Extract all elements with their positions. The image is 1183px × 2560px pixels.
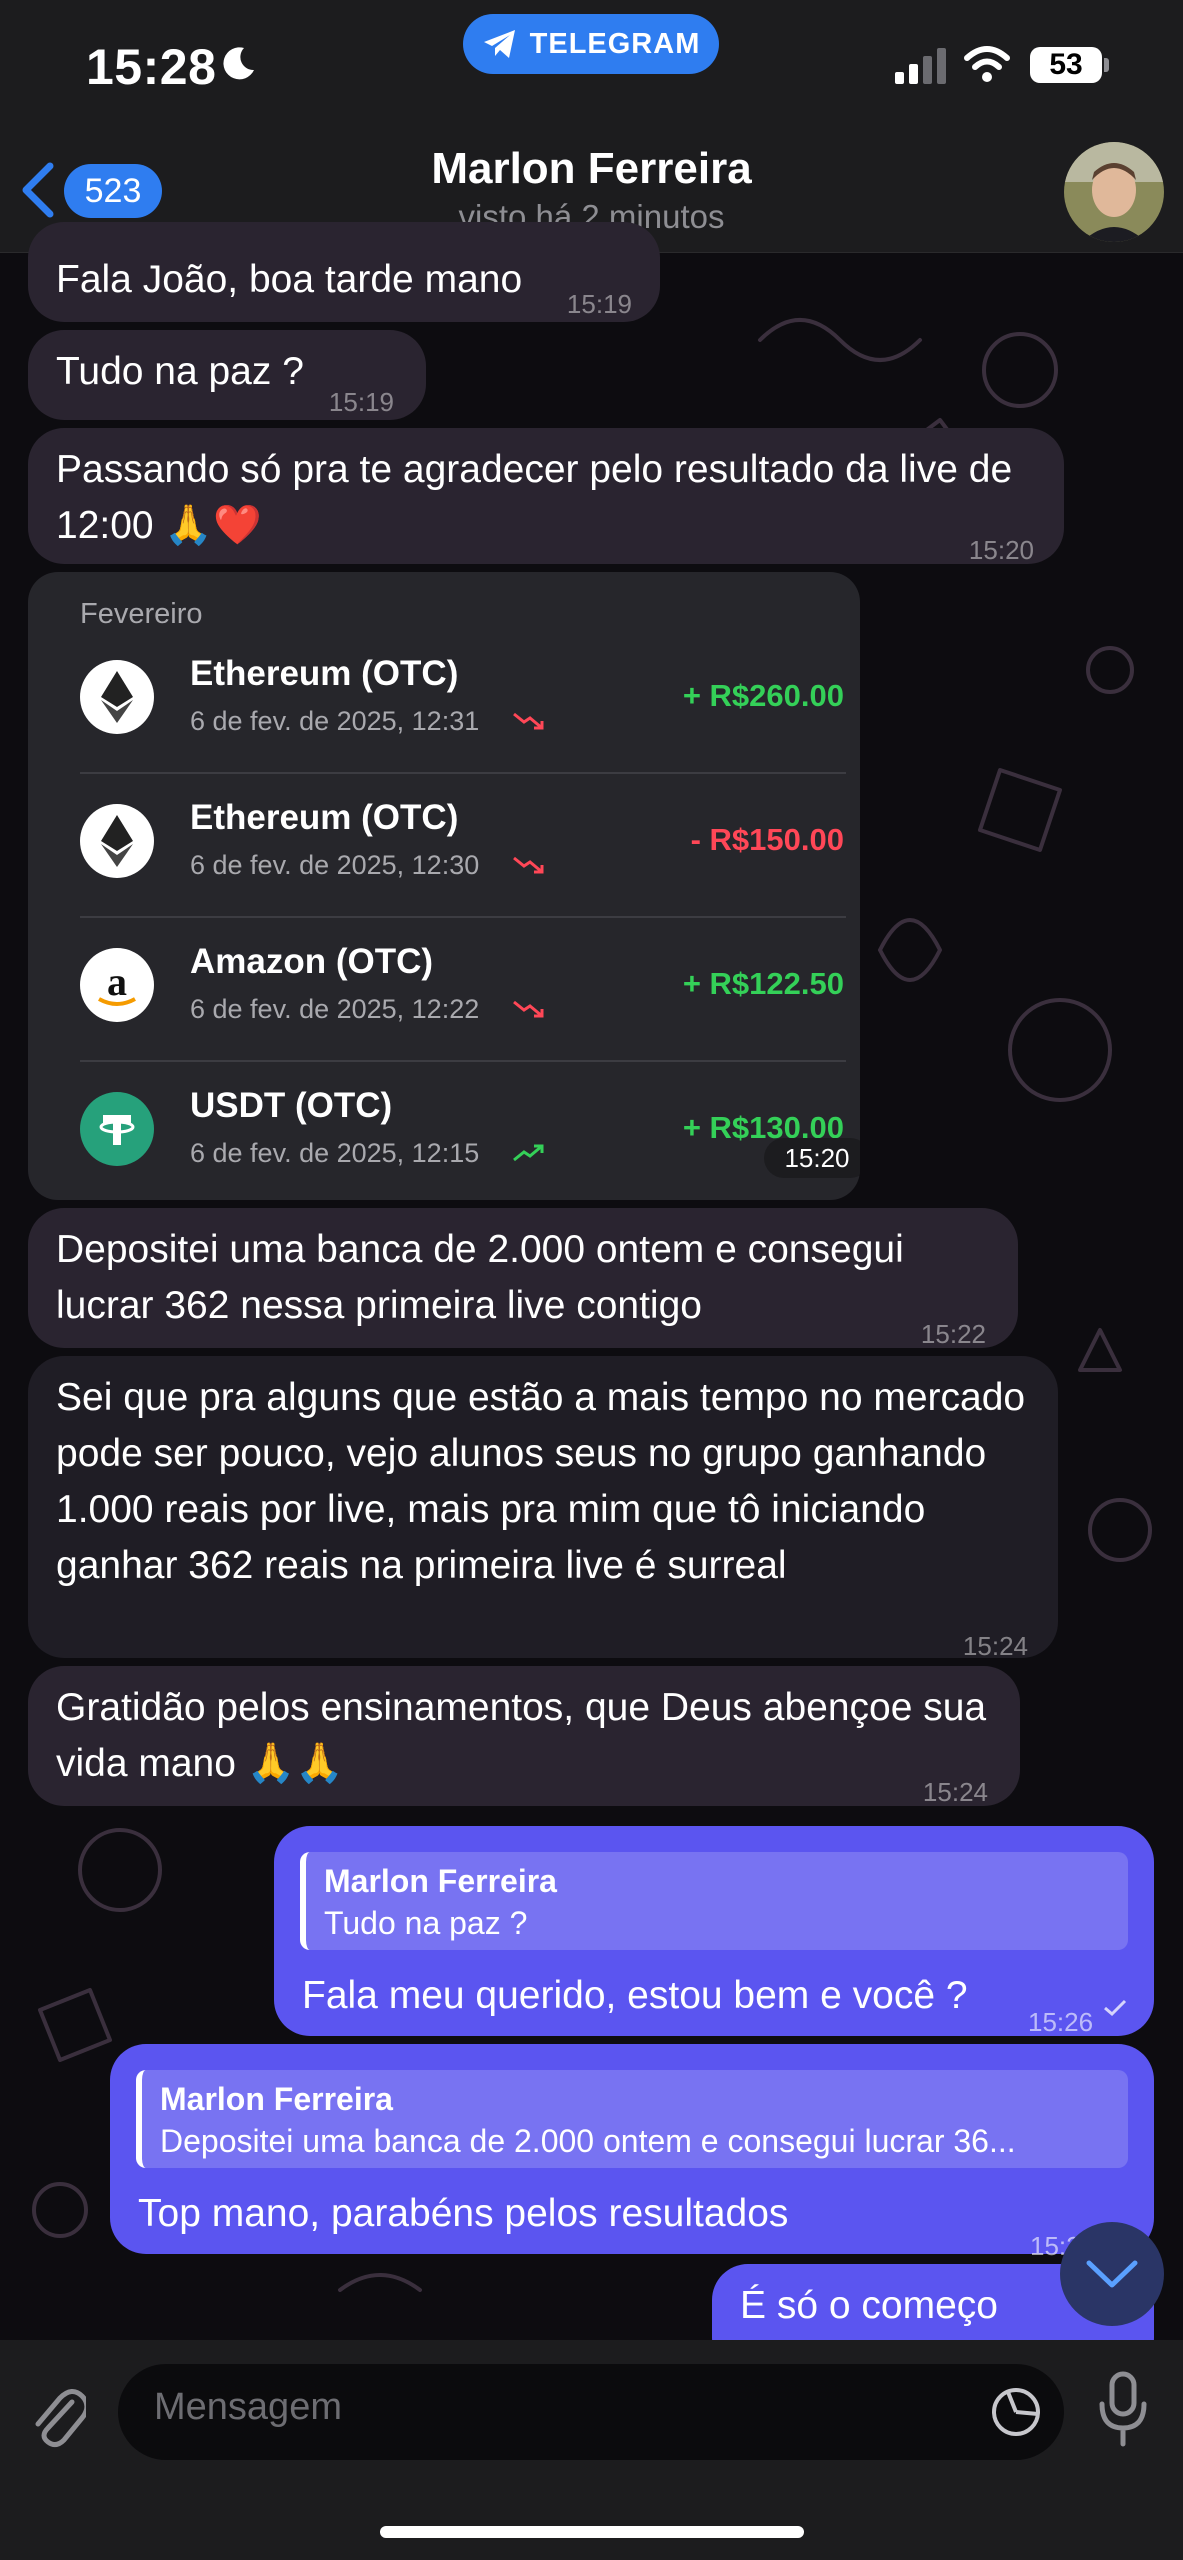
outgoing-message[interactable]: Marlon Ferreira Tudo na paz ? Fala meu q… — [274, 1826, 1154, 2037]
transaction-name: Amazon (OTC) — [190, 942, 434, 981]
incoming-message[interactable]: Passando só pra te agradecer pelo result… — [28, 428, 1064, 565]
chevron-down-icon — [1086, 2260, 1138, 2288]
scroll-down-button[interactable] — [1060, 2222, 1164, 2326]
transaction-name: USDT (OTC) — [190, 1086, 393, 1125]
transactions-screenshot[interactable]: Fevereiro Ethereum (OTC) 6 de fev. de 20… — [28, 572, 860, 1200]
microphone-icon[interactable] — [1098, 2370, 1148, 2450]
message-text: Top mano, parabéns pelos resultados — [138, 2192, 789, 2235]
reply-quote[interactable]: Marlon Ferreira Depositei uma banca de 2… — [136, 2070, 1128, 2168]
reply-author: Marlon Ferreira — [324, 1863, 557, 1899]
trend-down-icon — [513, 856, 544, 874]
transaction-amount: - R$150.00 — [690, 822, 844, 857]
transaction-amount: + R$260.00 — [682, 678, 844, 713]
reply-text: Depositei uma banca de 2.000 ontem e con… — [160, 2123, 1016, 2159]
message-text: Passando só pra te agradecer pelo result… — [56, 448, 1013, 547]
transaction-amount: + R$122.50 — [682, 966, 844, 1001]
amazon-icon: a — [80, 948, 154, 1022]
telegram-pill[interactable]: TELEGRAM — [463, 14, 719, 74]
message-text: Sei que pra alguns que estão a mais temp… — [56, 1376, 1026, 1587]
incoming-message[interactable]: Tudo na paz ? 15:19 — [28, 330, 426, 420]
incoming-message[interactable]: Sei que pra alguns que estão a mais temp… — [28, 1356, 1058, 1661]
incoming-message[interactable]: Gratidão pelos ensinamentos, que Deus ab… — [28, 1666, 1020, 1807]
transaction-row: Ethereum (OTC) 6 de fev. de 2025, 12:31 … — [80, 630, 846, 774]
home-indicator[interactable] — [380, 2526, 804, 2538]
card-time: 15:20 — [764, 1138, 860, 1178]
transaction-date: 6 de fev. de 2025, 12:15 — [190, 1138, 480, 1168]
transaction-name: Ethereum (OTC) — [190, 654, 459, 693]
telegram-icon — [483, 30, 515, 58]
message-time: 15:19 — [566, 289, 632, 319]
paperclip-icon[interactable] — [28, 2378, 86, 2448]
trend-up-icon — [513, 1144, 544, 1162]
reply-text: Tudo na paz ? — [324, 1905, 528, 1941]
status-bar: 15:28 TELEGRAM 53 — [0, 0, 1183, 130]
ethereum-icon — [80, 660, 154, 734]
sticker-icon[interactable] — [988, 2384, 1044, 2440]
message-time: 15:26 — [1028, 2007, 1094, 2037]
message-text: Depositei uma banca de 2.000 ontem e con… — [56, 1228, 904, 1327]
card-month: Fevereiro — [80, 598, 203, 630]
trend-down-icon — [513, 1000, 544, 1018]
incoming-message[interactable]: Depositei uma banca de 2.000 ontem e con… — [28, 1208, 1018, 1349]
ethereum-icon — [80, 804, 154, 878]
message-placeholder: Mensagem — [154, 2386, 342, 2428]
tether-icon — [80, 1092, 154, 1166]
transaction-row: a Amazon (OTC) 6 de fev. de 2025, 12:22 … — [80, 918, 846, 1062]
message-text: Fala meu querido, estou bem e você ? — [302, 1974, 968, 2017]
message-text: Gratidão pelos ensinamentos, que Deus ab… — [56, 1686, 987, 1785]
reply-quote[interactable]: Marlon Ferreira Tudo na paz ? — [300, 1852, 1128, 1950]
contact-name[interactable]: Marlon Ferreira — [0, 144, 1183, 194]
status-time: 15:28 — [86, 39, 217, 95]
message-text: Fala João, boa tarde mano — [56, 258, 523, 301]
signal-icon — [895, 48, 946, 84]
message-time: 15:24 — [922, 1777, 988, 1807]
transaction-date: 6 de fev. de 2025, 12:31 — [190, 706, 480, 736]
incoming-message[interactable]: Fala João, boa tarde mano 15:19 — [28, 222, 660, 322]
message-input[interactable]: Mensagem — [118, 2364, 1064, 2460]
telegram-label: TELEGRAM — [529, 27, 701, 60]
reply-author: Marlon Ferreira — [160, 2081, 393, 2117]
battery-nub — [1104, 58, 1109, 72]
moon-icon — [223, 47, 254, 80]
message-input-bar: Mensagem — [0, 2340, 1183, 2560]
svg-text:a: a — [107, 959, 127, 1004]
transaction-row: USDT (OTC) 6 de fev. de 2025, 12:15 + R$… — [80, 1062, 844, 1200]
trend-down-icon — [513, 712, 544, 730]
message-time: 15:19 — [328, 387, 394, 417]
message-time: 15:20 — [968, 535, 1034, 565]
read-check-icon — [1104, 1999, 1127, 2017]
avatar[interactable] — [1064, 142, 1164, 242]
wifi-icon — [964, 46, 1010, 82]
battery-indicator: 53 — [1030, 47, 1102, 83]
transaction-name: Ethereum (OTC) — [190, 798, 459, 837]
message-time: 15:22 — [920, 1319, 986, 1349]
transaction-date: 6 de fev. de 2025, 12:30 — [190, 850, 480, 880]
transaction-row: Ethereum (OTC) 6 de fev. de 2025, 12:30 … — [80, 774, 846, 918]
outgoing-message[interactable]: Marlon Ferreira Depositei uma banca de 2… — [110, 2044, 1154, 2261]
transaction-date: 6 de fev. de 2025, 12:22 — [190, 994, 480, 1024]
